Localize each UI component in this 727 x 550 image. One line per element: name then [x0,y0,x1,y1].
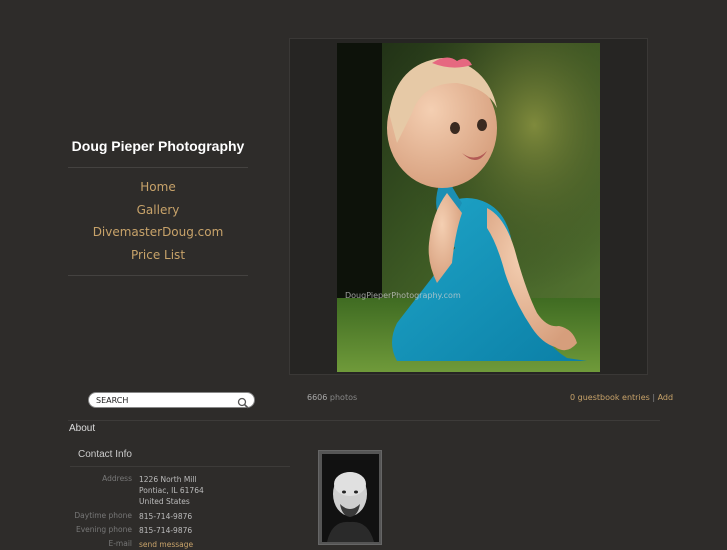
contact-info-heading: Contact Info [78,449,132,460]
guestbook-links: 0 guestbook entries | Add [570,393,673,402]
photo-count-label: photos [329,393,358,402]
title-divider [68,167,248,168]
evening-phone-value: 815-714-9876 [139,526,193,535]
daytime-phone-value: 815-714-9876 [139,512,193,521]
about-heading: About [69,423,96,434]
guestbook-separator: | [652,393,656,402]
nav-gallery-link[interactable]: Gallery [68,201,248,224]
featured-photo[interactable]: DougPieperPhotography.com [337,43,600,372]
photo-count: 6606 photos [307,393,357,402]
contact-divider [70,466,290,467]
main-nav: Home Gallery DivemasterDoug.com Price Li… [68,178,248,268]
search-box[interactable] [88,392,255,409]
address-label: Address [102,474,132,483]
address-line: United States [139,497,190,506]
photo-count-number: 6606 [307,393,328,402]
nav-divider [68,275,248,276]
guestbook-add-link[interactable]: Add [658,393,674,402]
address-line: Pontiac, IL 61764 [139,486,204,495]
evening-phone-label: Evening phone [76,525,132,534]
photo-watermark: DougPieperPhotography.com [345,291,461,300]
profile-photo [322,454,379,542]
nav-price-list-link[interactable]: Price List [68,246,248,269]
search-icon[interactable] [237,394,249,413]
nav-home-link[interactable]: Home [68,178,248,201]
address-line: 1226 North Mill [139,475,197,484]
address-value: 1226 North Mill Pontiac, IL 61764 United… [139,474,204,507]
daytime-phone-label: Daytime phone [74,511,132,520]
nav-divemaster-link[interactable]: DivemasterDoug.com [68,223,248,246]
site-title: Doug Pieper Photography [71,138,245,154]
about-divider [68,420,660,421]
guestbook-entries-link[interactable]: 0 guestbook entries [570,393,650,402]
email-label: E-mail [108,539,132,548]
search-input[interactable] [96,394,226,406]
